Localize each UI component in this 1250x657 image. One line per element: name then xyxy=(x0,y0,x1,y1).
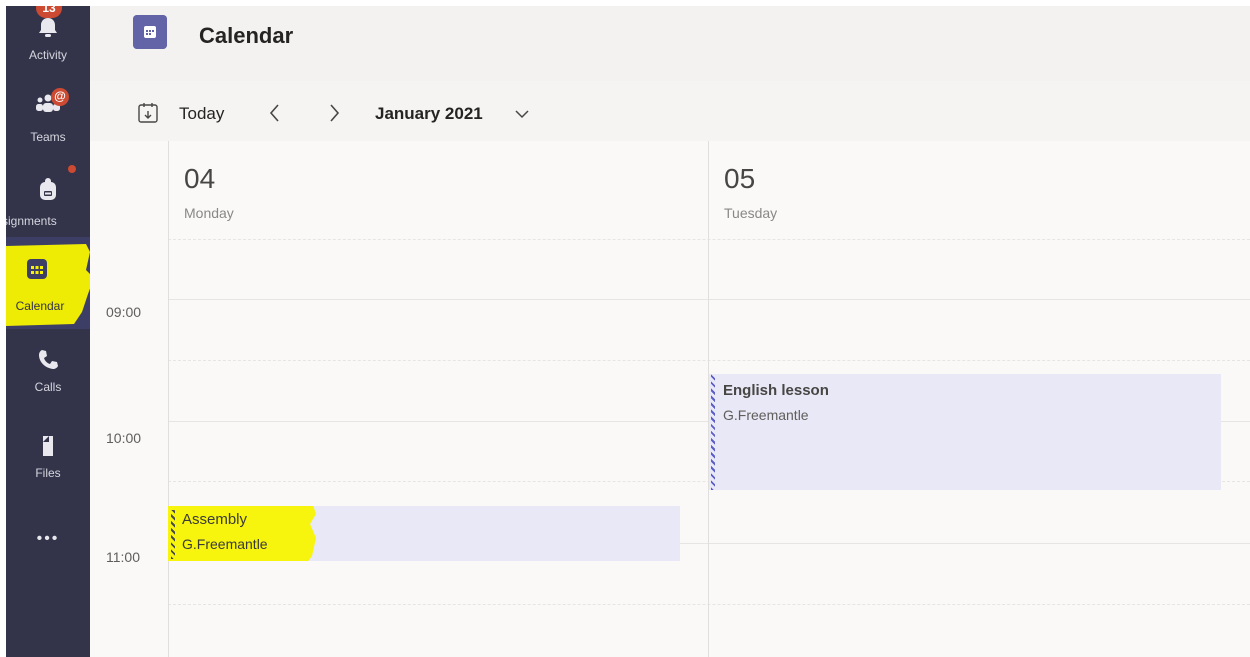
phone-icon xyxy=(39,350,58,369)
hour-line xyxy=(168,299,1250,300)
rail-item-calls[interactable]: Calls xyxy=(6,340,90,420)
half-hour-line xyxy=(168,604,1250,605)
event-assembly[interactable]: Assembly G.Freemantle xyxy=(168,506,680,561)
event-title: Assembly xyxy=(182,511,248,528)
chevron-right-icon[interactable] xyxy=(325,102,343,124)
day-header-tuesday[interactable]: 05 Tuesday xyxy=(708,141,1250,234)
calendar-icon xyxy=(27,259,47,279)
day-number: 05 xyxy=(724,163,756,194)
time-label: 10:00 xyxy=(106,430,142,446)
month-picker-label[interactable]: January 2021 xyxy=(375,104,483,124)
rail-item-assignments[interactable]: ssignments xyxy=(6,164,90,244)
half-hour-line xyxy=(168,239,1250,240)
rail-item-teams[interactable]: Teams xyxy=(6,84,90,164)
event-organizer: G.Freemantle xyxy=(182,536,268,552)
app-header: Calendar xyxy=(90,6,1250,82)
event-title: English lesson xyxy=(723,382,829,399)
backpack-icon xyxy=(40,178,56,200)
rail-item-label: ssignments xyxy=(6,214,57,228)
calendar-toolbar: Today January 2021 xyxy=(90,81,1250,142)
event-english-lesson[interactable]: English lesson G.Freemantle xyxy=(709,374,1221,490)
page-title: Calendar xyxy=(199,23,294,48)
rail-item-calendar[interactable]: Calendar xyxy=(6,254,90,334)
day-name: Tuesday xyxy=(724,205,778,221)
day-header-monday[interactable]: 04 Monday xyxy=(168,141,708,234)
rail-item-label: Calls xyxy=(34,380,62,394)
event-organizer: G.Freemantle xyxy=(723,407,809,423)
day-divider xyxy=(168,141,169,657)
more-icon: ••• xyxy=(36,530,60,547)
time-gutter-header xyxy=(90,141,168,234)
today-label: Today xyxy=(179,104,225,123)
day-name: Monday xyxy=(184,205,234,221)
calendar-app-icon xyxy=(133,15,167,49)
half-hour-line xyxy=(168,360,1250,361)
event-stripe xyxy=(711,374,715,490)
chevron-down-icon[interactable] xyxy=(514,108,530,120)
teams-app: 13 Activity Teams @ ssignments xyxy=(6,6,1250,657)
rail-item-label: Teams xyxy=(30,130,66,144)
file-icon xyxy=(43,436,53,456)
bell-icon xyxy=(39,18,57,37)
event-stripe xyxy=(171,510,175,559)
today-button[interactable]: Today xyxy=(130,93,240,133)
chevron-left-icon[interactable] xyxy=(266,102,284,124)
notification-dot xyxy=(68,165,76,173)
rail-item-label: Activity xyxy=(28,48,67,62)
time-label: 11:00 xyxy=(106,549,140,565)
rail-item-label: Files xyxy=(35,466,61,480)
more-apps-button[interactable]: ••• xyxy=(6,526,90,556)
rail-item-label: Calendar xyxy=(15,299,65,313)
rail-item-files[interactable]: Files xyxy=(6,426,90,506)
day-number: 04 xyxy=(184,163,216,194)
rail-item-activity[interactable]: 13 Activity xyxy=(6,6,90,68)
today-icon xyxy=(138,103,158,123)
time-label: 09:00 xyxy=(106,304,142,320)
app-rail: 13 Activity Teams @ ssignments xyxy=(6,6,90,657)
mention-badge: @ xyxy=(51,88,69,106)
